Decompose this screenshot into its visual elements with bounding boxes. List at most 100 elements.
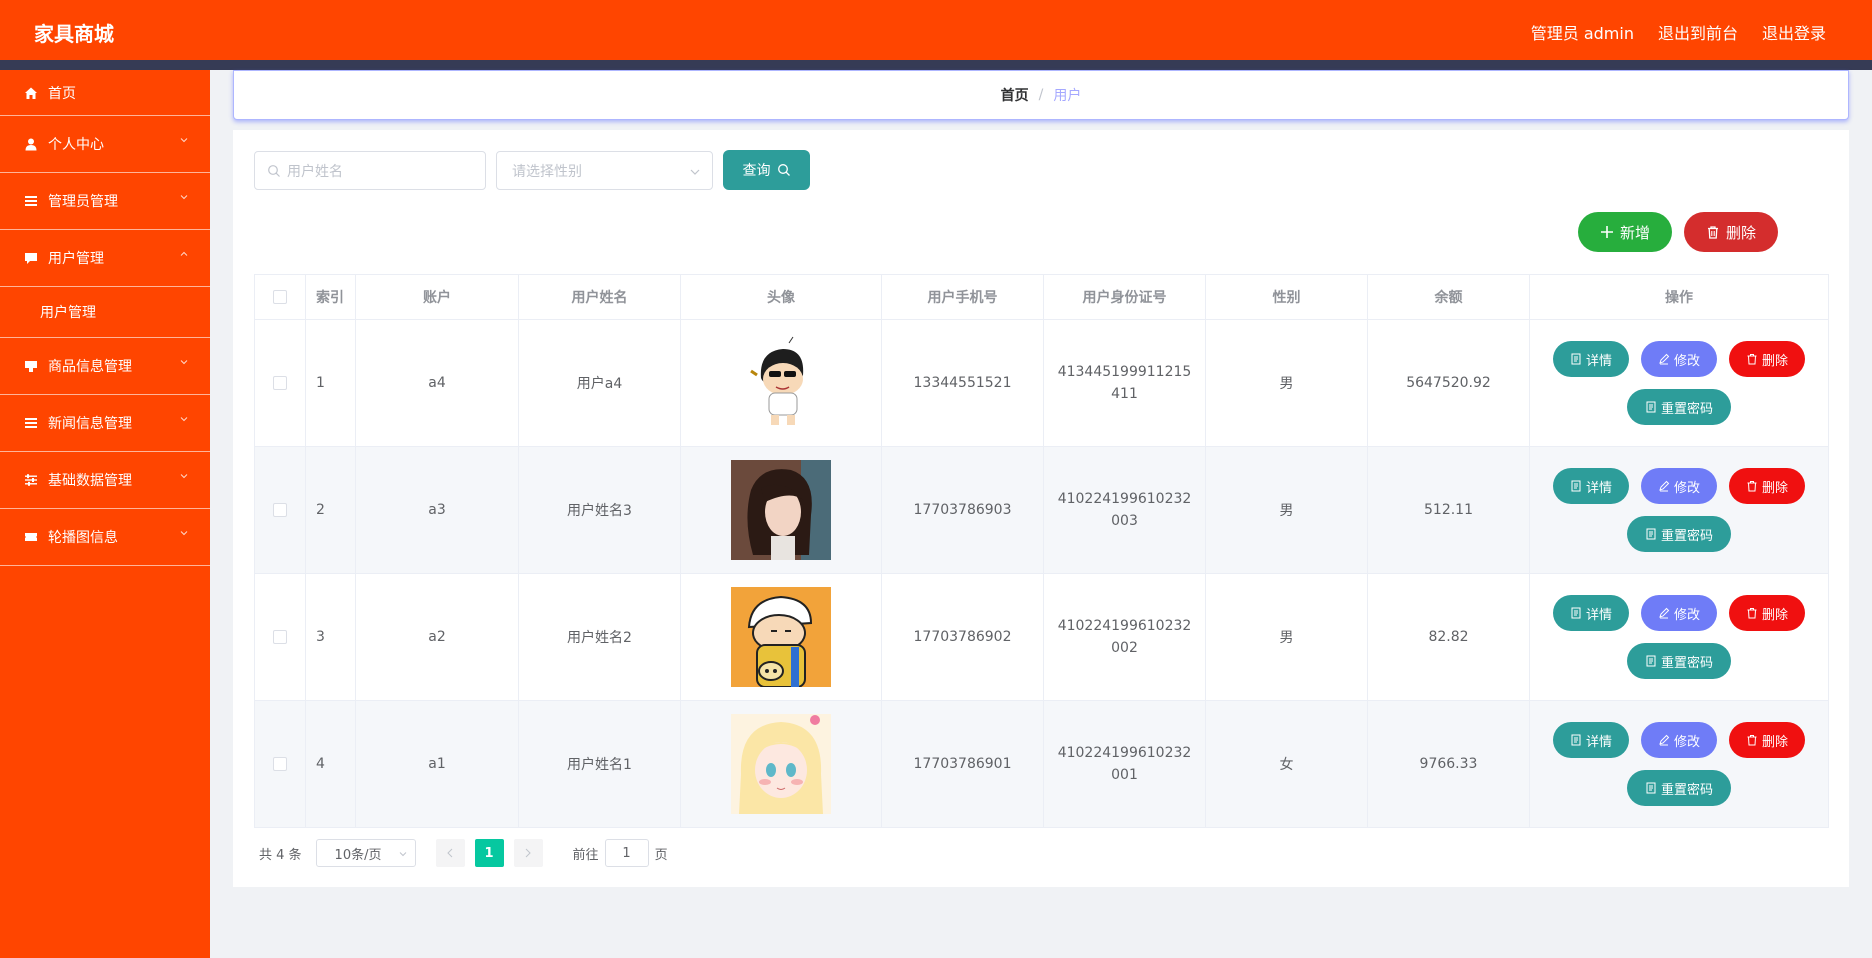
column-header: 用户姓名 bbox=[518, 274, 681, 320]
row-select-cell[interactable] bbox=[254, 700, 306, 828]
list-icon bbox=[24, 416, 38, 430]
sidebar-item-basedata[interactable]: 基础数据管理 bbox=[0, 452, 210, 509]
detail-button[interactable]: 详情 bbox=[1553, 595, 1629, 631]
row-checkbox[interactable] bbox=[273, 503, 287, 517]
cell-balance: 5647520.92 bbox=[1367, 319, 1530, 447]
sidebar-item-carousel[interactable]: 轮播图信息 bbox=[0, 509, 210, 566]
batch-delete-button[interactable]: 删除 bbox=[1684, 212, 1778, 252]
delete-label: 删除 bbox=[1761, 734, 1788, 750]
cell-gender: 男 bbox=[1205, 319, 1368, 447]
select-all-cell[interactable] bbox=[254, 274, 306, 320]
detail-label: 详情 bbox=[1585, 480, 1612, 496]
gender-select[interactable]: 请选择性别 bbox=[496, 151, 713, 190]
detail-button[interactable]: 详情 bbox=[1553, 722, 1629, 758]
row-checkbox[interactable] bbox=[273, 376, 287, 390]
edit-button[interactable]: 修改 bbox=[1641, 722, 1717, 758]
add-button-label: 新增 bbox=[1619, 223, 1650, 242]
sidebar-item-label: 首页 bbox=[48, 85, 76, 102]
add-button[interactable]: 新增 bbox=[1578, 212, 1672, 252]
cell-index: 1 bbox=[305, 319, 356, 447]
page-number-active[interactable]: 1 bbox=[474, 839, 504, 867]
pagination: 共 4 条 10条/页 1 前往 1 页 bbox=[259, 839, 668, 867]
detail-label: 详情 bbox=[1585, 734, 1612, 750]
trash-icon bbox=[1747, 735, 1757, 746]
cell-idcard: 410224199610232002 bbox=[1043, 573, 1206, 701]
document-icon bbox=[1571, 607, 1581, 619]
cell-avatar bbox=[680, 319, 882, 447]
table-row: 1 a4 用户a4 13344551521 413445199911215411… bbox=[254, 319, 1829, 447]
row-checkbox[interactable] bbox=[273, 757, 287, 771]
reset-password-button[interactable]: 重置密码 bbox=[1627, 643, 1731, 679]
delete-button[interactable]: 删除 bbox=[1729, 341, 1805, 377]
breadcrumb-separator: / bbox=[1038, 87, 1044, 103]
goto-page-input[interactable]: 1 bbox=[604, 839, 649, 867]
sidebar-subitem-label: 用户管理 bbox=[40, 305, 96, 321]
reset-password-label: 重置密码 bbox=[1660, 528, 1713, 544]
reset-password-button[interactable]: 重置密码 bbox=[1627, 389, 1731, 425]
delete-button[interactable]: 删除 bbox=[1729, 722, 1805, 758]
document-icon bbox=[1571, 480, 1581, 492]
idcard-text: 413445199911215411 bbox=[1057, 364, 1192, 402]
detail-button[interactable]: 详情 bbox=[1553, 341, 1629, 377]
row-checkbox[interactable] bbox=[273, 630, 287, 644]
cell-index: 2 bbox=[305, 446, 356, 574]
sidebar-item-goods[interactable]: 商品信息管理 bbox=[0, 338, 210, 395]
edit-button[interactable]: 修改 bbox=[1641, 341, 1717, 377]
plus-icon bbox=[1600, 226, 1613, 238]
goto-suffix: 页 bbox=[654, 847, 668, 863]
search-icon bbox=[268, 164, 280, 177]
logout-link[interactable]: 退出登录 bbox=[1762, 20, 1826, 44]
chevron-down-icon bbox=[180, 417, 188, 422]
cell-name: 用户a4 bbox=[518, 319, 681, 447]
search-name-input[interactable]: 用户姓名 bbox=[254, 151, 486, 190]
prev-page-button[interactable] bbox=[435, 839, 465, 867]
delete-button[interactable]: 删除 bbox=[1729, 595, 1805, 631]
cell-ops: 详情 修改 删除 重置密码 bbox=[1529, 700, 1829, 828]
chevron-down-icon bbox=[399, 852, 406, 857]
cell-name: 用户姓名2 bbox=[518, 573, 681, 701]
cell-balance: 9766.33 bbox=[1367, 700, 1530, 828]
sidebar-item-profile[interactable]: 个人中心 bbox=[0, 116, 210, 173]
reset-password-button[interactable]: 重置密码 bbox=[1627, 516, 1731, 552]
cell-gender: 女 bbox=[1205, 700, 1368, 828]
sidebar-item-home[interactable]: 首页 bbox=[0, 70, 210, 116]
reset-password-label: 重置密码 bbox=[1660, 655, 1713, 671]
select-all-checkbox[interactable] bbox=[273, 290, 287, 304]
row-select-cell[interactable] bbox=[254, 573, 306, 701]
exit-front-link[interactable]: 退出到前台 bbox=[1658, 20, 1738, 44]
sidebar: 首页 个人中心 管理员管理 用户管理 用户管理 商品信息管理 新闻信息管理 基础… bbox=[0, 70, 210, 958]
delete-label: 删除 bbox=[1761, 480, 1788, 496]
document-icon bbox=[1571, 734, 1581, 746]
home-icon bbox=[24, 86, 38, 100]
edit-label: 修改 bbox=[1673, 607, 1700, 623]
row-select-cell[interactable] bbox=[254, 446, 306, 574]
next-page-button[interactable] bbox=[513, 839, 543, 867]
table-header-row: 索引 账户 用户姓名 头像 用户手机号 用户身份证号 性别 余额 操作 bbox=[254, 274, 1829, 320]
avatar bbox=[731, 587, 831, 687]
search-icon bbox=[777, 164, 790, 176]
sidebar-item-users[interactable]: 用户管理 bbox=[0, 230, 210, 287]
cell-index: 3 bbox=[305, 573, 356, 701]
cell-phone: 17703786903 bbox=[881, 446, 1044, 574]
edit-button[interactable]: 修改 bbox=[1641, 468, 1717, 504]
detail-button[interactable]: 详情 bbox=[1553, 468, 1629, 504]
chat-icon bbox=[24, 251, 38, 265]
brand-title: 家具商城 bbox=[34, 22, 114, 46]
sidebar-item-admin[interactable]: 管理员管理 bbox=[0, 173, 210, 230]
reset-password-button[interactable]: 重置密码 bbox=[1627, 770, 1731, 806]
column-header: 账户 bbox=[355, 274, 519, 320]
cell-index: 4 bbox=[305, 700, 356, 828]
breadcrumb-home[interactable]: 首页 bbox=[1001, 85, 1029, 105]
sidebar-item-news[interactable]: 新闻信息管理 bbox=[0, 395, 210, 452]
sidebar-item-label: 轮播图信息 bbox=[48, 530, 118, 546]
delete-button[interactable]: 删除 bbox=[1729, 468, 1805, 504]
row-select-cell[interactable] bbox=[254, 319, 306, 447]
breadcrumb-current: 用户 bbox=[1053, 88, 1082, 104]
edit-label: 修改 bbox=[1673, 734, 1700, 750]
sidebar-subitem-user-manage[interactable]: 用户管理 bbox=[0, 287, 210, 338]
page-size-select[interactable]: 10条/页 bbox=[315, 839, 416, 867]
edit-button[interactable]: 修改 bbox=[1641, 595, 1717, 631]
query-button[interactable]: 查询 bbox=[723, 150, 810, 190]
chevron-up-icon bbox=[180, 251, 188, 256]
reset-password-label: 重置密码 bbox=[1660, 401, 1713, 417]
